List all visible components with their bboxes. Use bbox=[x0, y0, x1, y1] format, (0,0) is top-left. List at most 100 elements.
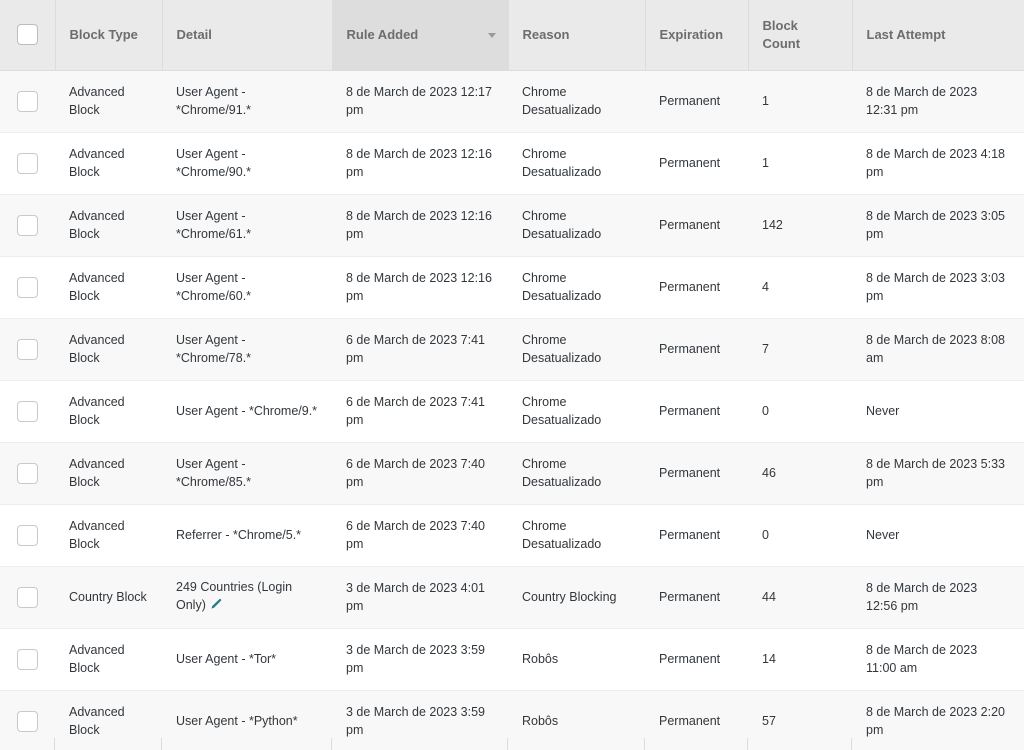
cell-last-attempt-text: 8 de March de 2023 8:08 am bbox=[866, 332, 1005, 365]
column-header-block-type[interactable]: Block Type bbox=[55, 0, 163, 71]
cell-last-attempt: 8 de March de 2023 12:56 pm bbox=[852, 566, 1024, 629]
blocking-rules-table: Block Type Detail Rule Added Reason Expi… bbox=[0, 0, 1024, 750]
footer-cell-block-type bbox=[55, 738, 162, 750]
cell-expiration-text: Permanent bbox=[659, 403, 721, 418]
cell-detail-text: User Agent - *Chrome/91.* bbox=[176, 84, 252, 117]
cell-rule-added-text: 8 de March de 2023 12:16 pm bbox=[346, 208, 492, 241]
cell-detail-text: User Agent - *Chrome/60.* bbox=[176, 270, 252, 303]
cell-rule-added-text: 8 de March de 2023 12:17 pm bbox=[346, 84, 492, 117]
row-select-checkbox[interactable] bbox=[17, 462, 38, 484]
cell-reason: Chrome Desatualizado bbox=[508, 70, 645, 133]
row-select-checkbox[interactable] bbox=[17, 214, 38, 236]
cell-block-count: 4 bbox=[748, 256, 852, 319]
cell-expiration-text: Permanent bbox=[659, 93, 721, 108]
cell-expiration: Permanent bbox=[645, 566, 748, 629]
cell-rule-added: 6 de March de 2023 7:41 pm bbox=[332, 380, 508, 443]
table-row[interactable]: Advanced Block User Agent - *Chrome/90.* 8… bbox=[0, 132, 1024, 195]
cell-reason: Chrome Desatualizado bbox=[508, 132, 645, 195]
column-header-detail[interactable]: Detail bbox=[162, 0, 333, 71]
cell-last-attempt-text: 8 de March de 2023 5:33 pm bbox=[866, 456, 1005, 489]
cell-expiration-text: Permanent bbox=[659, 465, 721, 480]
cell-last-attempt-text: 8 de March de 2023 3:05 pm bbox=[866, 208, 1005, 241]
table-body: Advanced Block User Agent - *Chrome/91.* 8… bbox=[0, 70, 1024, 750]
cell-block-type: Advanced Block bbox=[55, 504, 162, 567]
cell-block-type: Advanced Block bbox=[55, 256, 162, 319]
cell-detail-text: 249 Countries (Login Only) bbox=[176, 579, 293, 612]
cell-last-attempt-text: 8 de March de 2023 4:18 pm bbox=[866, 146, 1005, 179]
chevron-down-icon[interactable] bbox=[487, 32, 496, 38]
cell-rule-added-text: 6 de March de 2023 7:41 pm bbox=[346, 394, 485, 427]
row-select-cell[interactable] bbox=[0, 256, 55, 319]
row-select-cell[interactable] bbox=[0, 70, 55, 133]
cell-block-type: Advanced Block bbox=[55, 380, 162, 443]
row-select-cell[interactable] bbox=[0, 504, 55, 567]
cell-last-attempt-text: Never bbox=[866, 527, 900, 542]
column-header-expiration[interactable]: Expiration bbox=[645, 0, 749, 71]
cell-detail: 249 Countries (Login Only) bbox=[162, 566, 332, 629]
table-row[interactable]: Advanced Block User Agent - *Chrome/9.* 6 … bbox=[0, 380, 1024, 443]
row-select-checkbox[interactable] bbox=[17, 524, 38, 546]
row-select-checkbox[interactable] bbox=[17, 90, 38, 112]
cell-last-attempt: Never bbox=[852, 380, 1024, 443]
cell-reason-text: Robôs bbox=[522, 713, 559, 728]
cell-detail: User Agent - *Chrome/78.* bbox=[162, 318, 332, 381]
cell-block-count: 1 bbox=[748, 70, 852, 133]
row-select-cell[interactable] bbox=[0, 318, 55, 381]
cell-expiration-text: Permanent bbox=[659, 217, 721, 232]
column-header-block-count[interactable]: Block Count bbox=[748, 0, 853, 71]
cell-reason: Chrome Desatualizado bbox=[508, 318, 645, 381]
footer-cell-last-attempt bbox=[852, 738, 1024, 750]
cell-block-type-text: Advanced Block bbox=[69, 704, 125, 737]
table-row[interactable]: Country Block 249 Countries (Login Only) 3… bbox=[0, 566, 1024, 629]
table-header: Block Type Detail Rule Added Reason Expi… bbox=[0, 0, 1024, 71]
cell-expiration-text: Permanent bbox=[659, 589, 721, 604]
cell-expiration-text: Permanent bbox=[659, 155, 721, 170]
table-row[interactable]: Advanced Block User Agent - *Chrome/85.* 6… bbox=[0, 442, 1024, 505]
cell-detail-text: User Agent - *Chrome/78.* bbox=[176, 332, 252, 365]
row-select-cell[interactable] bbox=[0, 566, 55, 629]
table-row[interactable]: Advanced Block User Agent - *Tor* 3 de Mar… bbox=[0, 628, 1024, 691]
table-row[interactable]: Advanced Block User Agent - *Chrome/61.* 8… bbox=[0, 194, 1024, 257]
cell-block-count-text: 4 bbox=[762, 279, 769, 294]
table-row[interactable]: Advanced Block User Agent - *Chrome/60.* 8… bbox=[0, 256, 1024, 319]
table-row[interactable]: Advanced Block Referrer - *Chrome/5.* 6 de… bbox=[0, 504, 1024, 567]
row-select-cell[interactable] bbox=[0, 132, 55, 195]
row-select-cell[interactable] bbox=[0, 628, 55, 691]
column-header-block-count-label: Block Count bbox=[762, 18, 801, 51]
cell-last-attempt-text: 8 de March de 2023 12:31 pm bbox=[866, 84, 978, 117]
row-select-checkbox[interactable] bbox=[17, 586, 38, 608]
cell-block-type-text: Advanced Block bbox=[69, 456, 125, 489]
cell-block-type-text: Advanced Block bbox=[69, 394, 125, 427]
cell-block-type: Advanced Block bbox=[55, 70, 162, 133]
row-select-cell[interactable] bbox=[0, 442, 55, 505]
column-header-select-all[interactable] bbox=[0, 0, 56, 71]
cell-block-type-text: Country Block bbox=[69, 589, 147, 604]
cell-reason-text: Chrome Desatualizado bbox=[522, 518, 602, 551]
column-header-detail-label: Detail bbox=[176, 26, 212, 42]
cell-block-count: 0 bbox=[748, 504, 852, 567]
cell-expiration-text: Permanent bbox=[659, 279, 721, 294]
cell-reason: Chrome Desatualizado bbox=[508, 380, 645, 443]
table-row[interactable]: Advanced Block User Agent - *Chrome/78.* 6… bbox=[0, 318, 1024, 381]
row-select-checkbox[interactable] bbox=[17, 152, 38, 174]
row-select-checkbox[interactable] bbox=[17, 338, 38, 360]
row-select-cell[interactable] bbox=[0, 194, 55, 257]
cell-rule-added: 8 de March de 2023 12:16 pm bbox=[332, 194, 508, 257]
cell-rule-added-text: 6 de March de 2023 7:41 pm bbox=[346, 332, 485, 365]
cell-expiration: Permanent bbox=[645, 194, 748, 257]
column-header-rule-added[interactable]: Rule Added bbox=[332, 0, 509, 71]
row-select-checkbox[interactable] bbox=[17, 710, 38, 732]
row-select-checkbox[interactable] bbox=[17, 648, 38, 670]
row-select-checkbox[interactable] bbox=[17, 276, 38, 298]
row-select-checkbox[interactable] bbox=[17, 400, 38, 422]
select-all-checkbox[interactable] bbox=[16, 24, 38, 46]
column-header-last-attempt[interactable]: Last Attempt bbox=[852, 0, 1024, 71]
cell-block-count: 142 bbox=[748, 194, 852, 257]
cell-rule-added: 6 de March de 2023 7:40 pm bbox=[332, 442, 508, 505]
cell-block-count-text: 142 bbox=[762, 217, 783, 232]
row-select-cell[interactable] bbox=[0, 380, 55, 443]
column-header-reason[interactable]: Reason bbox=[508, 0, 646, 71]
table-row[interactable]: Advanced Block User Agent - *Chrome/91.* 8… bbox=[0, 70, 1024, 133]
pencil-edit-icon[interactable] bbox=[209, 598, 222, 616]
cell-block-count-text: 0 bbox=[762, 527, 769, 542]
